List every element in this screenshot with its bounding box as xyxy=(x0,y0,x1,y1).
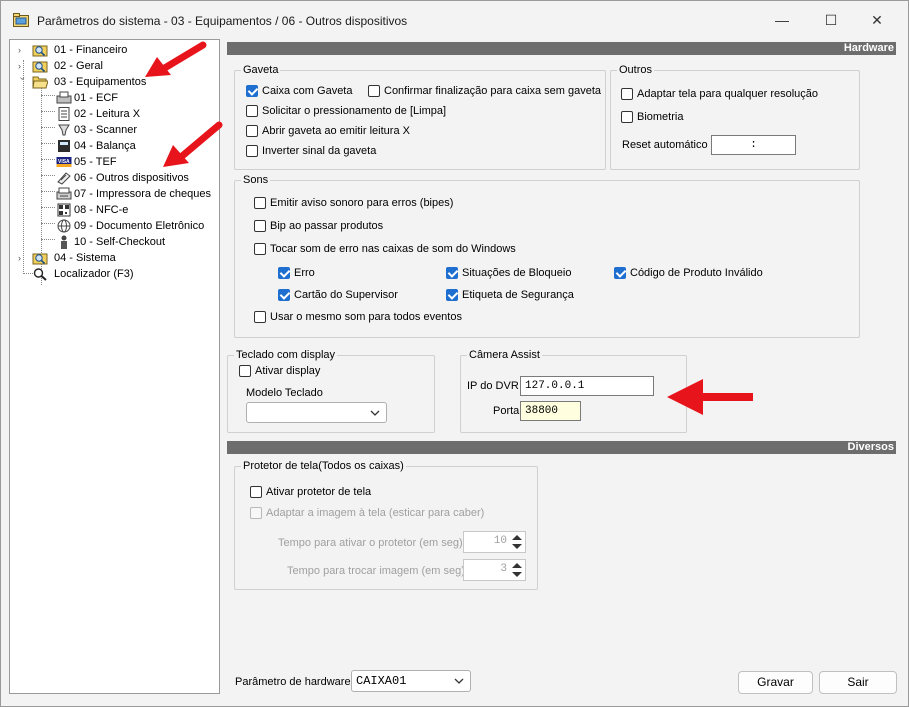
modelo-teclado-label: Modelo Teclado xyxy=(246,387,323,399)
tempo-trocar-spinner[interactable]: 3 xyxy=(463,559,526,581)
spinner-arrows-icon[interactable] xyxy=(511,534,523,550)
porta-input[interactable]: 38800 xyxy=(520,401,581,421)
red-arrow-icon xyxy=(145,41,207,77)
scanner-icon xyxy=(58,124,70,136)
close-button[interactable]: ✕ xyxy=(862,9,892,31)
teclado-display-group-title: Teclado com display xyxy=(234,348,338,362)
scale-icon xyxy=(58,140,70,152)
title-bar: Parâmetros do sistema - 03 - Equipamento… xyxy=(1,1,908,39)
expand-chevron-icon[interactable]: › xyxy=(18,250,28,266)
modelo-teclado-select[interactable] xyxy=(246,402,387,423)
diversos-section-header: Diversos xyxy=(227,441,896,454)
devices-icon xyxy=(57,172,71,185)
gravar-button[interactable]: Gravar xyxy=(738,671,813,694)
sair-button[interactable]: Sair xyxy=(819,671,897,694)
window-title: Parâmetros do sistema - 03 - Equipamento… xyxy=(37,14,408,28)
globe-icon xyxy=(57,219,71,233)
protetor-tela-group-title: Protetor de tela(Todos os caixas) xyxy=(241,459,406,473)
ip-dvr-label: IP do DVR xyxy=(467,380,519,392)
search-folder-icon xyxy=(32,45,48,57)
document-icon xyxy=(58,107,70,121)
red-arrow-icon xyxy=(667,379,753,415)
parametro-hardware-select[interactable]: CAIXA01 xyxy=(351,670,471,692)
search-folder-icon xyxy=(32,61,48,73)
ecf-printer-icon xyxy=(56,91,72,104)
tempo-ativar-label: Tempo para ativar o protetor (em seg): xyxy=(278,537,466,549)
parametro-hardware-label: Parâmetro de hardware xyxy=(235,676,351,688)
camera-assist-group-title: Câmera Assist xyxy=(467,348,542,362)
magnifier-icon xyxy=(33,268,47,281)
svg-text:VISA: VISA xyxy=(58,159,70,165)
open-folder-icon xyxy=(32,76,48,89)
collapse-chevron-icon[interactable]: › xyxy=(15,77,31,87)
qr-code-icon xyxy=(57,203,71,217)
minimize-button[interactable]: — xyxy=(767,9,797,31)
tempo-trocar-label: Tempo para trocar imagem (em seg): xyxy=(287,565,468,577)
gaveta-group-title: Gaveta xyxy=(241,63,281,77)
porta-label: Porta xyxy=(493,405,520,417)
expand-chevron-icon[interactable]: › xyxy=(18,42,28,58)
maximize-button[interactable]: ☐ xyxy=(816,9,846,31)
chevron-down-icon xyxy=(454,678,464,684)
outros-group-title: Outros xyxy=(617,63,655,77)
hardware-section-header: Hardware xyxy=(227,42,896,55)
spinner-arrows-icon[interactable] xyxy=(511,562,523,578)
search-folder-icon xyxy=(32,253,48,265)
reset-automatico-input[interactable]: : xyxy=(711,135,796,155)
visa-card-icon: VISA xyxy=(56,157,72,167)
expand-chevron-icon[interactable]: › xyxy=(18,58,28,74)
cheque-printer-icon xyxy=(56,187,72,200)
app-folder-icon xyxy=(13,13,29,27)
ip-dvr-input[interactable]: 127.0.0.1 xyxy=(520,376,654,396)
person-kiosk-icon xyxy=(61,235,67,249)
reset-automatico-label: Reset automático xyxy=(622,139,708,151)
red-arrow-icon xyxy=(163,121,223,167)
chevron-down-icon xyxy=(370,410,380,416)
window: Parâmetros do sistema - 03 - Equipamento… xyxy=(0,0,909,707)
tempo-ativar-spinner[interactable]: 10 xyxy=(463,531,526,553)
sons-group-title: Sons xyxy=(241,173,271,187)
